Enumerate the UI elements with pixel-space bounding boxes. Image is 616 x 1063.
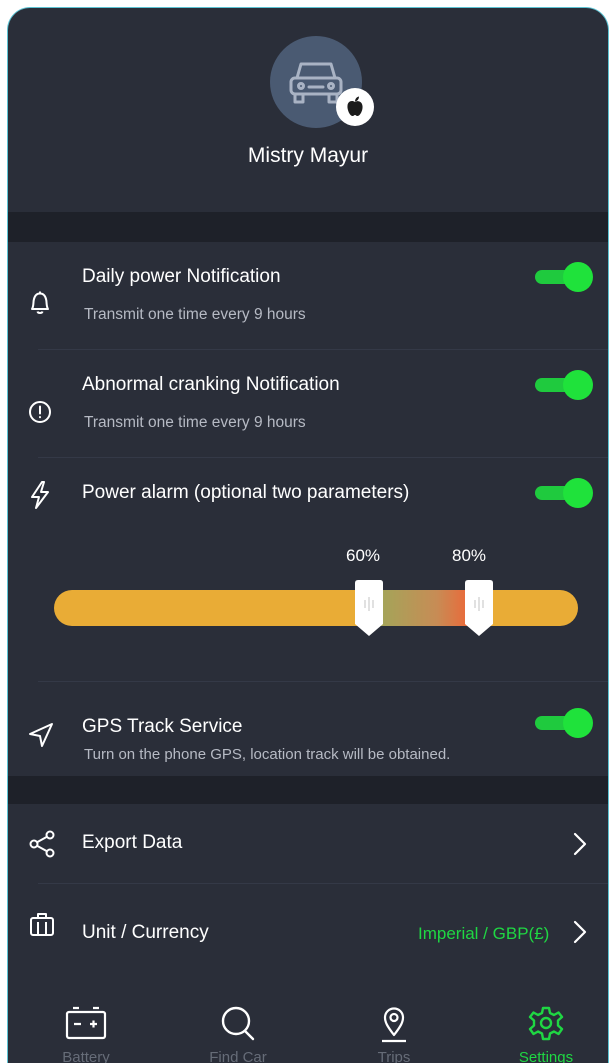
unit-currency-title: Unit / Currency bbox=[82, 922, 209, 943]
power-alarm-title: Power alarm (optional two parameters) bbox=[82, 482, 410, 503]
daily-power-row: Daily power Notification Transmit one ti… bbox=[8, 242, 608, 350]
abnormal-cranking-row: Abnormal cranking Notification Transmit … bbox=[8, 350, 608, 458]
settings-screen: Mistry Mayur Daily power Notification Tr… bbox=[8, 8, 608, 1063]
power-alarm-toggle[interactable] bbox=[535, 476, 595, 510]
tab-battery[interactable]: Battery bbox=[26, 993, 146, 1063]
search-icon bbox=[221, 1006, 255, 1041]
low-threshold-label: 60% bbox=[346, 546, 381, 565]
profile-header: Mistry Mayur bbox=[8, 8, 608, 212]
gear-icon bbox=[528, 1006, 564, 1041]
daily-power-title: Daily power Notification bbox=[82, 266, 281, 287]
abnormal-cranking-subtitle: Transmit one time every 9 hours bbox=[84, 414, 306, 431]
tab-label: Find Car bbox=[209, 1049, 267, 1063]
map-pin-icon bbox=[382, 1007, 406, 1043]
gps-track-toggle[interactable] bbox=[535, 706, 595, 740]
tab-find-car[interactable]: Find Car bbox=[178, 993, 298, 1063]
daily-power-toggle[interactable] bbox=[535, 260, 595, 294]
abnormal-cranking-toggle[interactable] bbox=[535, 368, 595, 402]
share-icon bbox=[29, 830, 55, 858]
chevron-right-icon bbox=[573, 920, 587, 944]
tab-trips[interactable]: Trips bbox=[334, 993, 454, 1063]
car-icon bbox=[289, 62, 343, 104]
briefcase-icon bbox=[30, 913, 54, 936]
low-threshold-handle[interactable] bbox=[354, 580, 384, 640]
tab-label: Battery bbox=[62, 1049, 110, 1063]
apple-icon bbox=[336, 88, 374, 126]
tab-label: Settings bbox=[518, 1049, 574, 1063]
lightning-icon bbox=[31, 481, 49, 509]
unit-currency-row[interactable]: Unit / Currency Imperial / GBP(£) bbox=[8, 884, 608, 964]
battery-icon bbox=[65, 1006, 107, 1040]
gps-track-subtitle: Turn on the phone GPS, location track wi… bbox=[84, 746, 451, 763]
section-divider bbox=[8, 776, 608, 804]
high-threshold-label: 80% bbox=[452, 546, 487, 565]
profile-name: Mistry Mayur bbox=[247, 144, 369, 167]
bell-icon bbox=[31, 291, 49, 314]
unit-currency-value: Imperial / GBP(£) bbox=[418, 924, 550, 943]
daily-power-subtitle: Transmit one time every 9 hours bbox=[84, 306, 306, 323]
export-data-title: Export Data bbox=[82, 832, 183, 853]
alert-circle-icon bbox=[29, 401, 51, 423]
gps-track-title: GPS Track Service bbox=[82, 716, 243, 737]
high-threshold-handle[interactable] bbox=[464, 580, 494, 640]
tab-label: Trips bbox=[377, 1049, 411, 1063]
abnormal-cranking-title: Abnormal cranking Notification bbox=[82, 374, 340, 395]
bottom-tab-bar: Battery Find Car Trips Settings bbox=[8, 993, 608, 1063]
power-alarm-slider[interactable]: 60% 80% bbox=[54, 546, 584, 646]
tab-settings[interactable]: Settings bbox=[486, 993, 606, 1063]
slider-track bbox=[54, 590, 578, 626]
gps-track-row: GPS Track Service Turn on the phone GPS,… bbox=[8, 682, 608, 776]
export-data-row[interactable]: Export Data bbox=[8, 804, 608, 884]
chevron-right-icon bbox=[573, 832, 587, 856]
section-divider bbox=[8, 212, 608, 242]
navigation-icon bbox=[29, 723, 53, 747]
